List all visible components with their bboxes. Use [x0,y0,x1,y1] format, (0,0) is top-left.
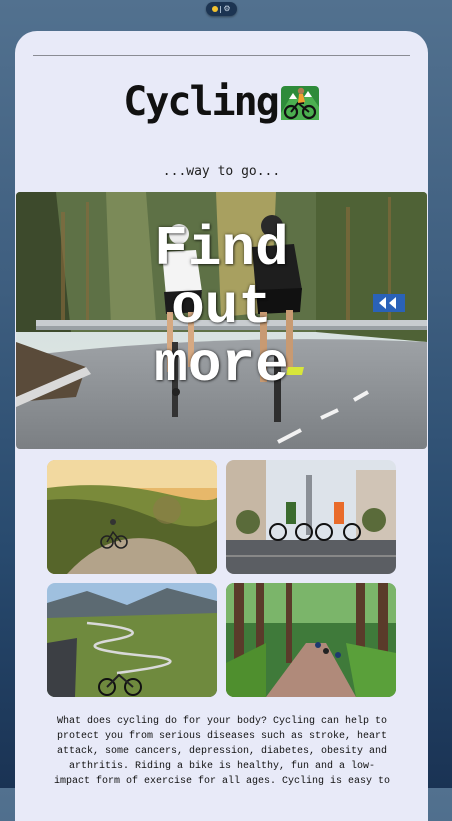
pill-separator [220,5,222,13]
page-title: Cycling [15,79,428,125]
hero-cta-text[interactable]: Find out more [16,220,427,394]
mountain-biker-icon [280,86,319,120]
gallery-image-town-street[interactable] [226,460,396,574]
gallery-image-sunset-path[interactable] [47,460,217,574]
hero-text-line-2: out [171,275,272,339]
top-divider [33,55,410,56]
hero-banner[interactable]: Find out more [16,192,427,449]
hero-text-line-3: more [154,333,289,397]
gallery-image-forest-trail[interactable] [226,583,396,697]
tagline: ...way to go... [162,164,281,179]
status-dot-icon [212,6,219,12]
title-text: Cycling [123,79,280,125]
status-pill[interactable]: ⚙ [206,2,237,16]
gallery-image-alpine-pass[interactable] [47,583,217,697]
gear-icon[interactable]: ⚙ [223,5,230,13]
hero-text-line-1: Find [154,217,289,281]
page-card: Cycling ...way to go... Find out more Wh… [15,31,428,821]
article-paragraph: What does cycling do for your body? Cycl… [53,716,391,787]
